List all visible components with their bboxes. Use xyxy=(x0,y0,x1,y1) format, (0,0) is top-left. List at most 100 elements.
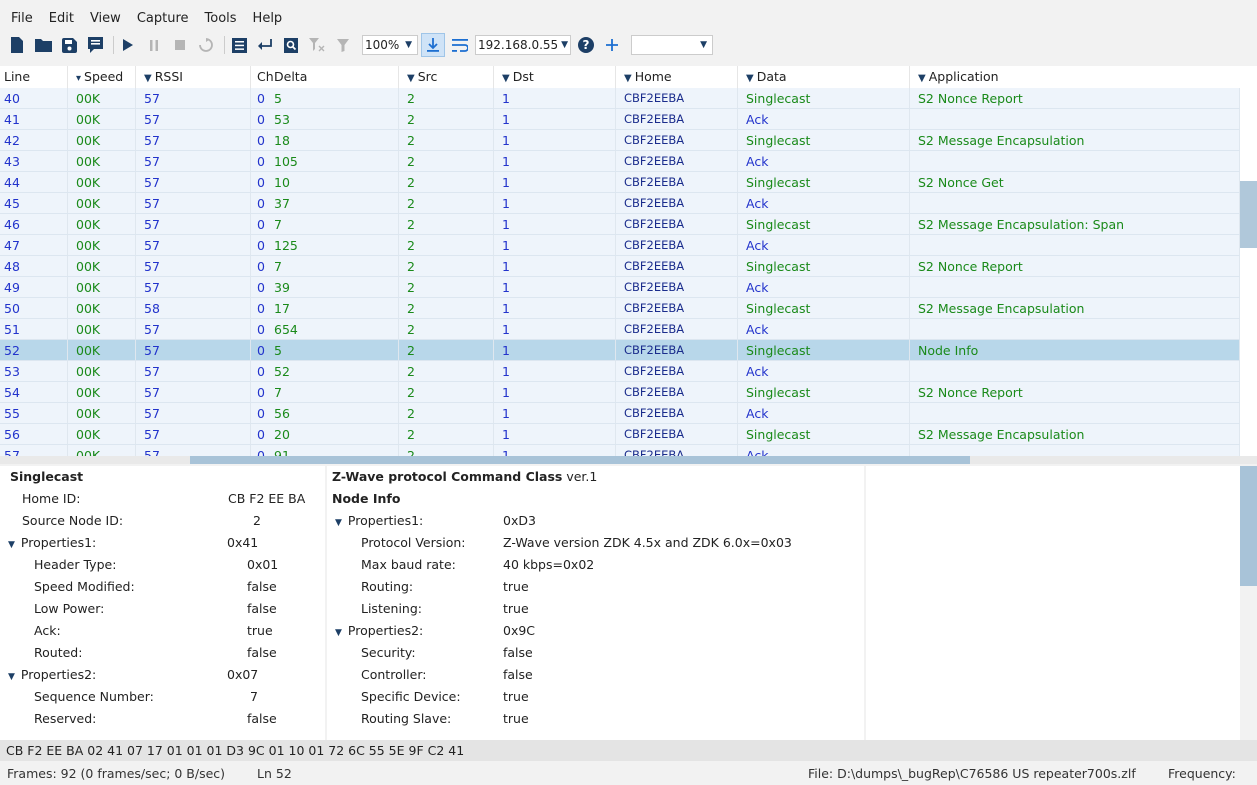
col-header-ch[interactable]: Ch xyxy=(251,66,274,88)
col-header-delta[interactable]: Delta xyxy=(271,66,399,88)
wrap-icon[interactable] xyxy=(254,34,276,56)
cell-app: S2 Message Encapsulation xyxy=(910,424,1240,444)
property-label-wrap: Security: xyxy=(361,642,416,664)
col-header-dst[interactable]: ▼ Dst xyxy=(494,66,616,88)
table-row[interactable]: 42 00K 57 0 18 2 1 CBF2EEBA Singlecast S2 Message… xyxy=(0,130,1240,151)
clear-filter-icon[interactable] xyxy=(306,34,328,56)
cell-ch: 0 xyxy=(257,154,265,169)
ip-address-select[interactable]: 192.168.0.55 ▼ xyxy=(475,35,571,55)
cell-src: 2 xyxy=(399,193,494,213)
table-row[interactable]: 54 00K 57 0 7 2 1 CBF2EEBA Singlecast S2 Nonce Re… xyxy=(0,382,1240,403)
line-status: Ln 52 xyxy=(257,766,292,781)
cell-speed: 00K xyxy=(68,151,136,171)
open-folder-icon[interactable] xyxy=(32,34,54,56)
detail-vertical-scrollbar[interactable] xyxy=(1240,466,1257,586)
cell-data: Singlecast xyxy=(738,340,910,360)
cell-delta: 125 xyxy=(271,235,399,255)
cell-delta: 7 xyxy=(271,214,399,234)
autoscroll-icon[interactable] xyxy=(421,33,445,57)
word-wrap-icon[interactable] xyxy=(449,34,471,56)
filter-icon[interactable] xyxy=(332,34,354,56)
menu-edit[interactable]: Edit xyxy=(41,8,82,30)
property-label-wrap: Routing: xyxy=(361,576,413,598)
col-header-src[interactable]: ▼ Src xyxy=(399,66,494,88)
table-row[interactable]: 53 00K 57 0 52 2 1 CBF2EEBA Ack xyxy=(0,361,1240,382)
table-row[interactable]: 44 00K 57 0 10 2 1 CBF2EEBA Singlecast S2 Nonce G… xyxy=(0,172,1240,193)
grid-vertical-scrollbar[interactable] xyxy=(1240,181,1257,248)
stop-icon[interactable] xyxy=(169,34,191,56)
cell-delta: 10 xyxy=(271,172,399,192)
cell-src: 2 xyxy=(399,403,494,423)
menu-capture[interactable]: Capture xyxy=(129,8,197,30)
property-row[interactable]: ▼ Properties2: 0x07 xyxy=(0,664,325,686)
frequency-status: Frequency: xyxy=(1168,766,1236,781)
find-icon[interactable] xyxy=(280,34,302,56)
table-row[interactable]: 43 00K 57 0 105 2 1 CBF2EEBA Ack xyxy=(0,151,1240,172)
property-row[interactable]: ▼ Properties1: 0xD3 xyxy=(327,510,864,532)
scrollbar-thumb[interactable] xyxy=(190,456,970,464)
table-row[interactable]: 45 00K 57 0 37 2 1 CBF2EEBA Ack xyxy=(0,193,1240,214)
play-icon[interactable] xyxy=(117,34,139,56)
cell-home: CBF2EEBA xyxy=(616,340,738,360)
add-icon[interactable] xyxy=(601,34,623,56)
table-row[interactable]: 57 00K 57 0 91 2 1 CBF2EEBA Ack xyxy=(0,445,1240,456)
property-value: 0x01 xyxy=(247,557,279,572)
expand-icon[interactable]: ▼ xyxy=(8,540,15,550)
col-header-data[interactable]: ▼ Data xyxy=(738,66,910,88)
table-row[interactable]: 47 00K 57 0 125 2 1 CBF2EEBA Ack xyxy=(0,235,1240,256)
cell-home: CBF2EEBA xyxy=(616,445,738,456)
table-row[interactable]: 55 00K 57 0 56 2 1 CBF2EEBA Ack xyxy=(0,403,1240,424)
table-row[interactable]: 48 00K 57 0 7 2 1 CBF2EEBA Singlecast S2 Nonce Re… xyxy=(0,256,1240,277)
table-row[interactable]: 51 00K 57 0 654 2 1 CBF2EEBA Ack xyxy=(0,319,1240,340)
pause-icon[interactable] xyxy=(143,34,165,56)
command-subtitle-row: Node Info xyxy=(327,488,864,510)
col-header-line[interactable]: Line xyxy=(0,66,68,88)
property-row: Protocol Version: Z-Wave version ZDK 4.5x… xyxy=(327,532,864,554)
property-row[interactable]: ▼ Properties2: 0x9C xyxy=(327,620,864,642)
help-icon[interactable]: ? xyxy=(575,34,597,56)
new-file-icon[interactable] xyxy=(6,34,28,56)
comment-icon[interactable] xyxy=(84,34,106,56)
menu-tools[interactable]: Tools xyxy=(197,8,245,30)
cell-data: Singlecast xyxy=(738,298,910,318)
property-row[interactable]: ▼ Properties1: 0x41 xyxy=(0,532,325,554)
cell-home: CBF2EEBA xyxy=(616,256,738,276)
table-row[interactable]: 46 00K 57 0 7 2 1 CBF2EEBA Singlecast S2 Message … xyxy=(0,214,1240,235)
cell-dst: 1 xyxy=(494,130,616,150)
list-view-icon[interactable] xyxy=(228,34,250,56)
expand-icon[interactable]: ▼ xyxy=(8,672,15,682)
extra-select[interactable]: ▼ xyxy=(631,35,713,55)
col-header-home[interactable]: ▼ Home xyxy=(616,66,738,88)
cell-dst: 1 xyxy=(494,445,616,456)
cell-line: 43 xyxy=(0,151,68,171)
cell-src: 2 xyxy=(399,109,494,129)
col-header-rssi[interactable]: ▼ RSSI xyxy=(136,66,251,88)
table-row[interactable]: 50 00K 58 0 17 2 1 CBF2EEBA Singlecast S2 Message… xyxy=(0,298,1240,319)
cell-speed: 00K xyxy=(68,403,136,423)
expand-icon[interactable]: ▼ xyxy=(335,518,342,528)
cell-src: 2 xyxy=(399,172,494,192)
table-row[interactable]: 49 00K 57 0 39 2 1 CBF2EEBA Ack xyxy=(0,277,1240,298)
menu-help[interactable]: Help xyxy=(245,8,291,30)
table-row[interactable]: 52 00K 57 0 5 2 1 CBF2EEBA Singlecast Node Info xyxy=(0,340,1240,361)
filter-icon: ▼ xyxy=(624,73,632,84)
menu-view[interactable]: View xyxy=(82,8,129,30)
menu-file[interactable]: File xyxy=(0,8,41,30)
ip-address-value: 192.168.0.55 xyxy=(478,38,559,52)
expand-icon[interactable]: ▼ xyxy=(335,628,342,638)
cell-home: CBF2EEBA xyxy=(616,319,738,339)
zoom-select[interactable]: 100% ▼ xyxy=(362,35,418,55)
cell-src: 2 xyxy=(399,298,494,318)
cell-speed: 00K xyxy=(68,424,136,444)
table-row[interactable]: 41 00K 57 0 53 2 1 CBF2EEBA Ack xyxy=(0,109,1240,130)
grid-horizontal-scrollbar[interactable] xyxy=(0,456,1257,464)
table-row[interactable]: 40 00K 57 0 5 2 1 CBF2EEBA Singlecast S2 Nonce Re… xyxy=(0,88,1240,109)
col-header-speed[interactable]: ▾ Speed xyxy=(68,66,136,88)
zoom-value: 100% xyxy=(365,38,400,52)
table-row[interactable]: 56 00K 57 0 20 2 1 CBF2EEBA Singlecast S2 Message… xyxy=(0,424,1240,445)
save-icon[interactable] xyxy=(58,34,80,56)
cell-data: Singlecast xyxy=(738,256,910,276)
cell-src: 2 xyxy=(399,340,494,360)
col-header-application[interactable]: ▼ Application xyxy=(910,66,1240,88)
restart-icon[interactable] xyxy=(195,34,217,56)
